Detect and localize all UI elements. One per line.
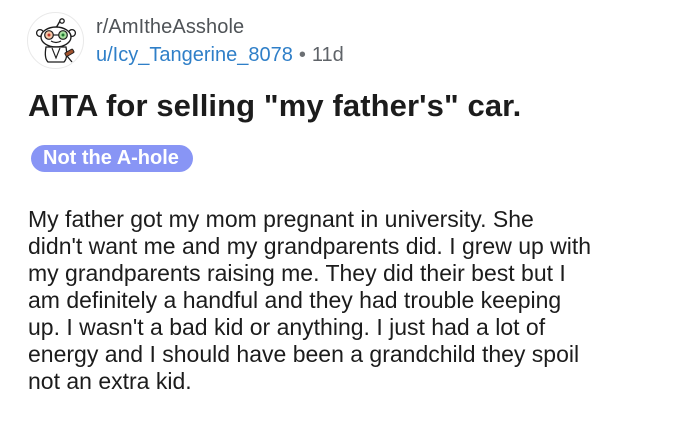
post-meta: r/AmItheAsshole u/Icy_Tangerine_8078 • 11d (96, 14, 344, 68)
snoo-avatar-icon (35, 18, 77, 63)
post-title[interactable]: AITA for selling "my father's" car. (28, 86, 521, 126)
author-link[interactable]: u/Icy_Tangerine_8078 (96, 44, 293, 66)
post-body: My father got my mom pregnant in univers… (28, 206, 693, 395)
reddit-post: r/AmItheAsshole u/Icy_Tangerine_8078 • 11d… (0, 0, 700, 429)
post-age: 11d (311, 44, 344, 66)
subreddit-avatar[interactable] (27, 12, 84, 69)
body-line: up. I wasn't a bad kid or anything. I ju… (28, 314, 546, 340)
body-line: energy and I should have been a grandchi… (28, 341, 580, 367)
body-line: My father got my mom pregnant in univers… (28, 206, 534, 232)
author-row: u/Icy_Tangerine_8078 • 11d (96, 42, 344, 68)
body-line: my grandparents raising me. They did the… (28, 260, 566, 286)
subreddit-link[interactable]: r/AmItheAsshole (96, 14, 344, 40)
body-line: didn't want me and my grandparents did. … (28, 233, 592, 259)
body-line: am definitely a handful and they had tro… (28, 287, 562, 313)
meta-separator: • (298, 44, 306, 66)
body-line: not an extra kid. (28, 368, 192, 394)
post-flair[interactable]: Not the A-hole (31, 145, 193, 172)
